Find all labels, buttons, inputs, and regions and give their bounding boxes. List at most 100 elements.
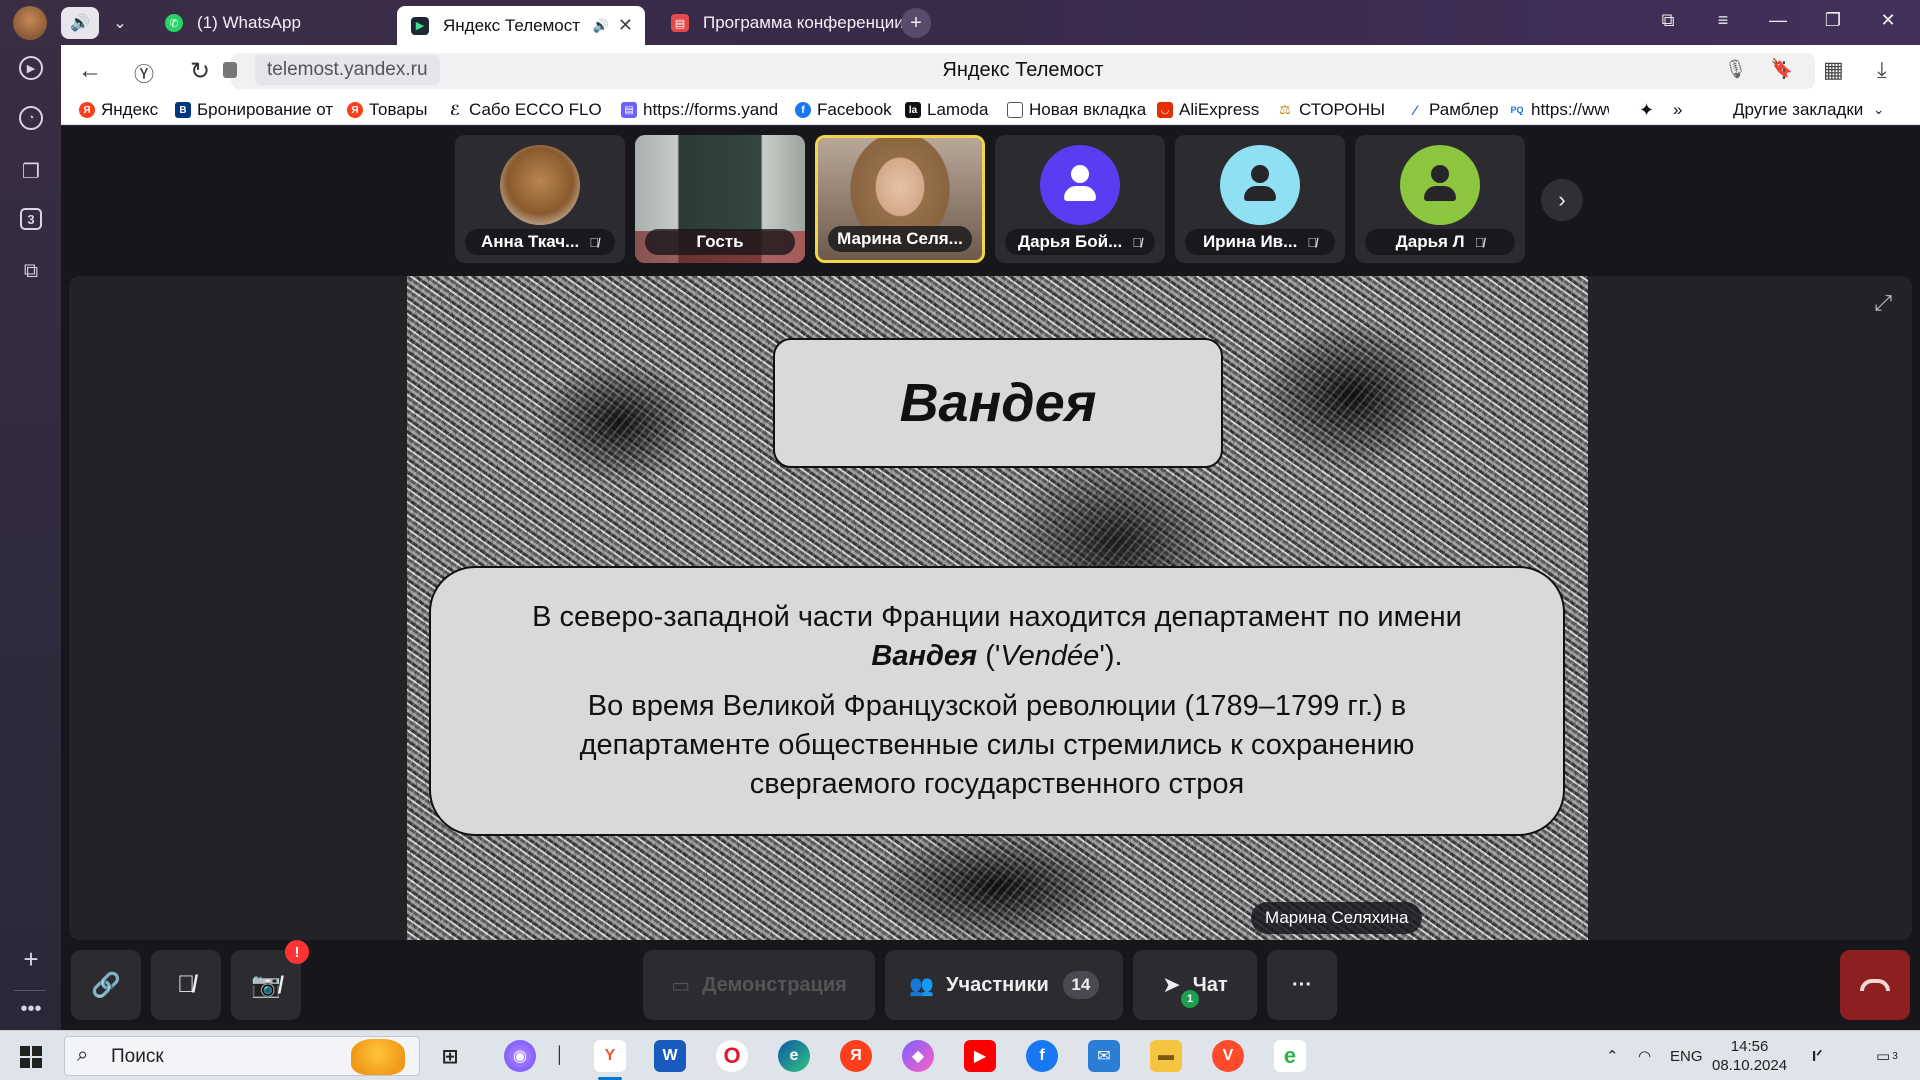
- yandex-logo-icon[interactable]: Ⓨ: [129, 58, 159, 87]
- screen-share-button[interactable]: ▭ Демонстрация: [643, 950, 875, 1020]
- chat-button[interactable]: ➤ Чат 1: [1133, 950, 1257, 1020]
- tab-list-chevron-icon[interactable]: ⌄: [105, 7, 135, 39]
- browser-menu-icon[interactable]: ≡: [1710, 10, 1736, 31]
- more-icon[interactable]: •••: [16, 994, 46, 1024]
- messenger-icon[interactable]: ◆: [902, 1040, 934, 1072]
- opera-icon[interactable]: O: [716, 1040, 748, 1072]
- url-field[interactable]: telemost.yandex.ru Яндекс Телемост 🎙 🔖: [223, 53, 1815, 89]
- voice-search-icon[interactable]: 🎙: [1724, 59, 1747, 80]
- youtube-icon[interactable]: ▶: [964, 1040, 996, 1072]
- mic-toggle-button[interactable]: 🎙̸: [151, 950, 221, 1020]
- slide-text-box: В северо-западной части Франции находитс…: [429, 566, 1565, 836]
- wifi-icon[interactable]: ◠: [1638, 1031, 1651, 1080]
- participant-label: Гость: [645, 229, 795, 255]
- person-icon: [1220, 145, 1300, 225]
- downloads-icon[interactable]: ⤓: [1877, 57, 1887, 83]
- file-explorer-icon[interactable]: ▬: [1150, 1040, 1182, 1072]
- yandex-browser-icon[interactable]: Y: [594, 1040, 626, 1080]
- tab-audio-icon[interactable]: 🔊: [61, 7, 99, 39]
- participant-tile[interactable]: Анна Ткач... 🎙̸: [455, 135, 625, 263]
- participant-name: Ирина Ив...: [1202, 232, 1298, 251]
- page-title: Яндекс Телемост: [942, 59, 1104, 81]
- participant-label: Дарья Бой... 🎙̸: [1005, 229, 1155, 255]
- pdf-icon: ▤: [671, 14, 689, 32]
- participant-tile[interactable]: Ирина Ив... 🎙̸: [1175, 135, 1345, 263]
- bookmark-item[interactable]: f Facebook: [795, 99, 895, 121]
- bookmark-item[interactable]: ◡ AliExpress: [1157, 99, 1267, 121]
- rail-divider: [14, 990, 46, 991]
- participants-next-button[interactable]: ›: [1541, 179, 1583, 221]
- yandex-icon[interactable]: Я: [840, 1040, 872, 1072]
- slide-bold-text: Вандея: [871, 640, 978, 672]
- mail-icon[interactable]: ✉: [1088, 1040, 1120, 1072]
- collections-icon[interactable]: ❐: [16, 156, 46, 186]
- notifications-icon[interactable]: ▭ 3: [1876, 1031, 1898, 1080]
- tab-speaker-icon[interactable]: 🔊: [593, 18, 609, 34]
- bookmark-item[interactable]: Новая вкладка: [1007, 99, 1147, 121]
- participant-tile-speaking[interactable]: Марина Селя...: [815, 135, 985, 263]
- octopus-doodle-icon[interactable]: [351, 1039, 405, 1075]
- add-panel-icon[interactable]: +: [16, 944, 46, 974]
- bookmark-item[interactable]: ⚖ СТОРОНЫ: [1277, 99, 1397, 121]
- tray-chevron-icon[interactable]: ⌃: [1606, 1031, 1619, 1080]
- profile-avatar[interactable]: [13, 6, 47, 40]
- reload-icon[interactable]: ↻: [185, 57, 215, 86]
- bookmark-label: Яндекс: [101, 100, 159, 119]
- close-window-icon[interactable]: ✕: [1875, 10, 1901, 31]
- more-options-button[interactable]: ···: [1267, 950, 1337, 1020]
- participants-strip: Анна Ткач... 🎙̸ Гость Марина Селя... Дарь…: [61, 135, 1920, 263]
- input-language[interactable]: ENG: [1670, 1031, 1703, 1080]
- participant-tile[interactable]: Гость: [635, 135, 805, 263]
- booking-icon: B: [175, 102, 191, 118]
- person-icon: [1400, 145, 1480, 225]
- bookmarks-overflow-button[interactable]: »: [1673, 99, 1697, 121]
- participant-label: Ирина Ив... 🎙̸: [1185, 229, 1335, 255]
- fullscreen-icon[interactable]: ⤢: [1874, 290, 1892, 316]
- alice-icon[interactable]: ◉: [504, 1040, 536, 1072]
- windows-start-icon[interactable]: [20, 1046, 42, 1068]
- pq-icon: PQ: [1509, 102, 1525, 118]
- pipe-icon[interactable]: │: [552, 1040, 568, 1072]
- participant-tile[interactable]: Дарья Бой... 🎙̸: [995, 135, 1165, 263]
- bookmark-item[interactable]: PQ https://www: [1509, 99, 1609, 121]
- tab-close-icon[interactable]: ✕: [618, 15, 633, 36]
- bookmark-item[interactable]: ⁄ Рамблер: [1407, 99, 1517, 121]
- tabs-count-icon[interactable]: 3: [20, 208, 42, 230]
- minimize-icon[interactable]: —: [1765, 10, 1791, 31]
- bookmark-item[interactable]: B Бронирование от: [175, 99, 335, 121]
- facebook-icon[interactable]: f: [1026, 1040, 1058, 1072]
- bookmark-extension-icon[interactable]: ✦: [1639, 99, 1669, 121]
- word-icon[interactable]: W: [654, 1040, 686, 1072]
- play-icon[interactable]: ▶: [19, 56, 43, 80]
- tab-telemost[interactable]: ▶ Яндекс Телемост 🔊 ✕: [397, 6, 645, 45]
- copy-link-button[interactable]: 🔗: [71, 950, 141, 1020]
- bookmark-item[interactable]: Я Товары: [347, 99, 435, 121]
- meet-now-icon[interactable]: Iᐟ: [1812, 1031, 1823, 1080]
- camera-toggle-button[interactable]: 📷̸!: [231, 940, 309, 1020]
- history-icon[interactable]: ◔: [19, 106, 43, 130]
- participant-tile[interactable]: Дарья Л 🎙̸: [1355, 135, 1525, 263]
- taskbar-search[interactable]: ⌕ Поиск: [64, 1036, 420, 1076]
- bookmark-item[interactable]: ℰ Сабо ECCO FLOW: [447, 99, 601, 121]
- participants-button[interactable]: 👥 Участники 14: [885, 950, 1123, 1020]
- ie-icon[interactable]: e: [1274, 1040, 1306, 1072]
- bookmark-item[interactable]: la Lamoda: [905, 99, 995, 121]
- other-bookmarks-label: Другие закладки: [1733, 100, 1864, 119]
- screenshot-icon[interactable]: ⧉: [16, 256, 46, 286]
- task-view-icon[interactable]: ⊞: [434, 1040, 466, 1072]
- bookmark-label: Lamoda: [927, 100, 989, 119]
- other-bookmarks[interactable]: Другие закладки ⌄: [1733, 99, 1893, 121]
- lamoda-icon: la: [905, 102, 921, 118]
- new-tab-button[interactable]: +: [901, 8, 931, 38]
- more-vert-icon[interactable]: ⋮: [1773, 57, 1795, 83]
- edge-icon[interactable]: e: [778, 1040, 810, 1072]
- system-clock[interactable]: 14:56 08.10.2024: [1712, 1037, 1787, 1075]
- sidebar-panel-icon[interactable]: ▦: [1823, 57, 1844, 83]
- tabs-menu-icon[interactable]: ⧉: [1655, 10, 1681, 31]
- bookmark-item[interactable]: ▤ https://forms.yand: [621, 99, 777, 121]
- restore-icon[interactable]: ❐: [1820, 10, 1846, 31]
- end-call-button[interactable]: [1840, 950, 1910, 1020]
- vivaldi-icon[interactable]: V: [1212, 1040, 1244, 1072]
- back-arrow-icon[interactable]: ←: [75, 57, 105, 85]
- search-placeholder: Поиск: [111, 1046, 164, 1067]
